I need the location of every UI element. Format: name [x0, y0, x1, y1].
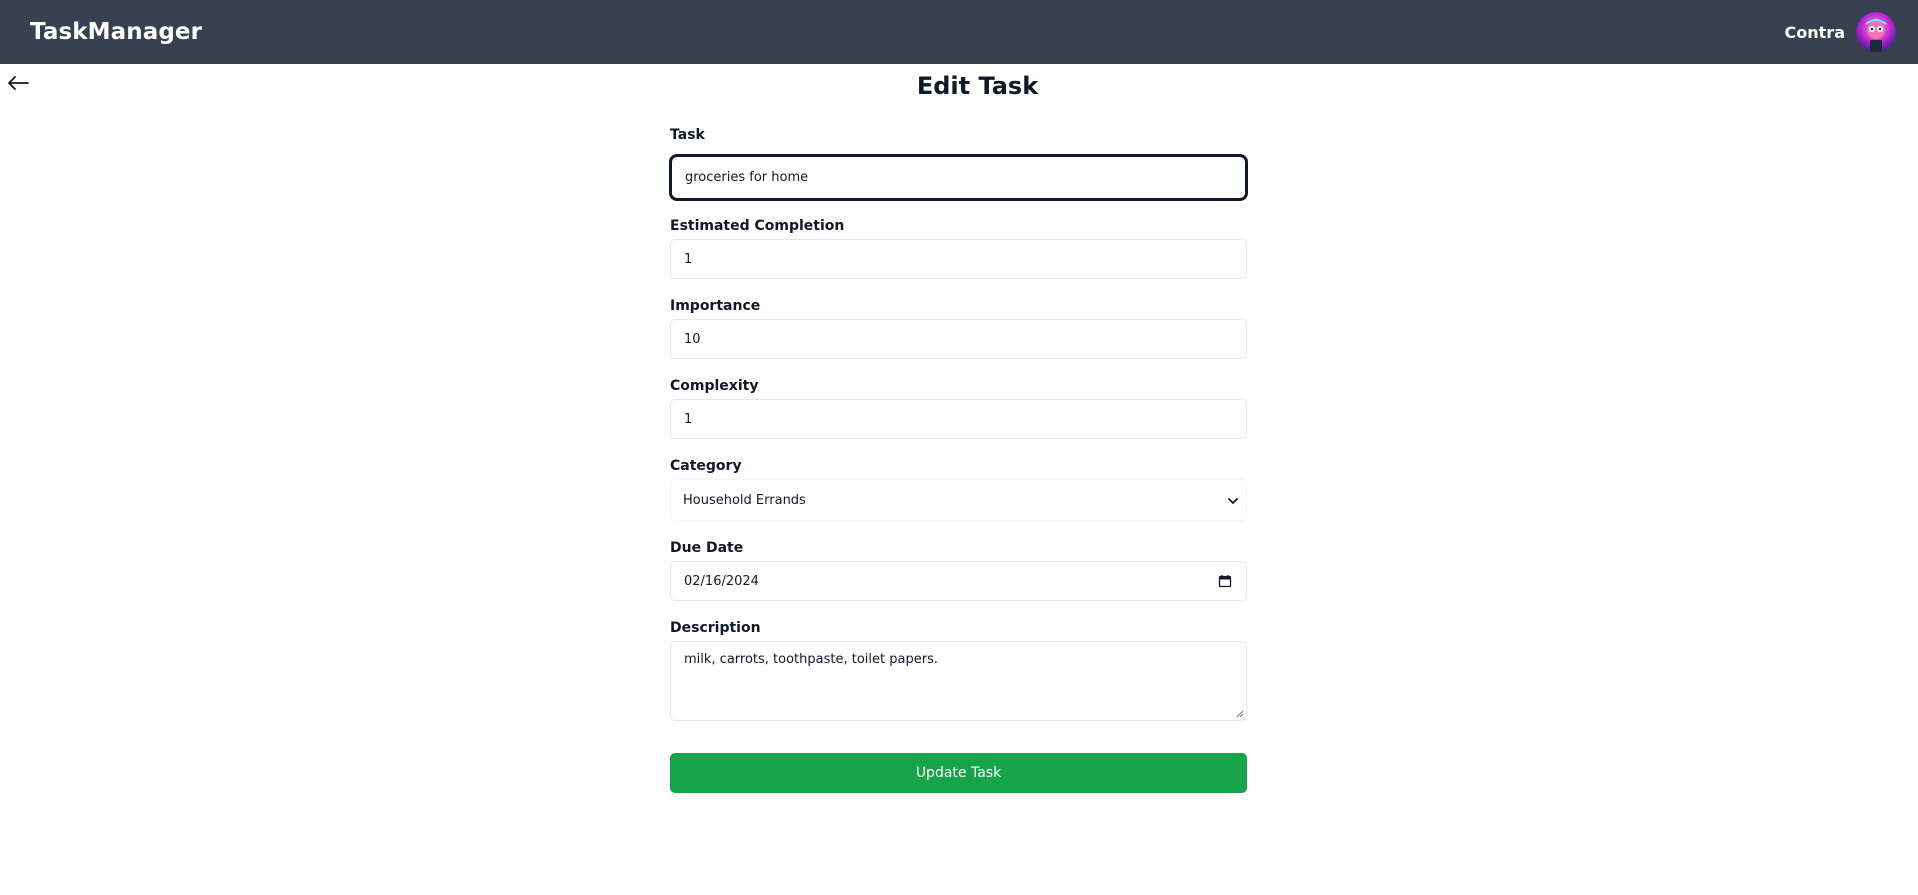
calendar-icon[interactable]	[1218, 574, 1232, 588]
due-date-label: Due Date	[670, 540, 744, 556]
task-input[interactable]	[670, 155, 1247, 200]
resize-grip-icon[interactable]	[1236, 710, 1244, 718]
brand-logo[interactable]: TaskManager	[30, 19, 202, 45]
estimated-completion-input[interactable]	[670, 239, 1247, 279]
chevron-down-icon	[1228, 498, 1238, 504]
description-label: Description	[670, 620, 761, 636]
user-menu[interactable]: Contra	[1785, 12, 1896, 52]
avatar-icon[interactable]	[1856, 12, 1896, 52]
complexity-input[interactable]	[670, 399, 1247, 439]
task-label: Task	[670, 127, 705, 143]
complexity-label: Complexity	[670, 378, 759, 394]
update-task-button[interactable]: Update Task	[670, 753, 1247, 793]
due-date-input[interactable]: 02/16/2024	[670, 561, 1247, 601]
description-textarea[interactable]: milk, carrots, toothpaste, toilet papers…	[670, 641, 1247, 721]
importance-label: Importance	[670, 298, 761, 314]
estimated-completion-label: Estimated Completion	[670, 218, 845, 234]
category-select[interactable]: Household Errands	[670, 479, 1247, 521]
due-date-value: 02/16/2024	[684, 573, 759, 589]
category-selected-value: Household Errands	[683, 492, 806, 508]
category-label: Category	[670, 458, 742, 474]
importance-input[interactable]	[670, 319, 1247, 359]
top-navbar: TaskManager Contra	[0, 0, 1918, 64]
page-title: Edit Task	[916, 72, 1039, 100]
username: Contra	[1784, 22, 1845, 42]
